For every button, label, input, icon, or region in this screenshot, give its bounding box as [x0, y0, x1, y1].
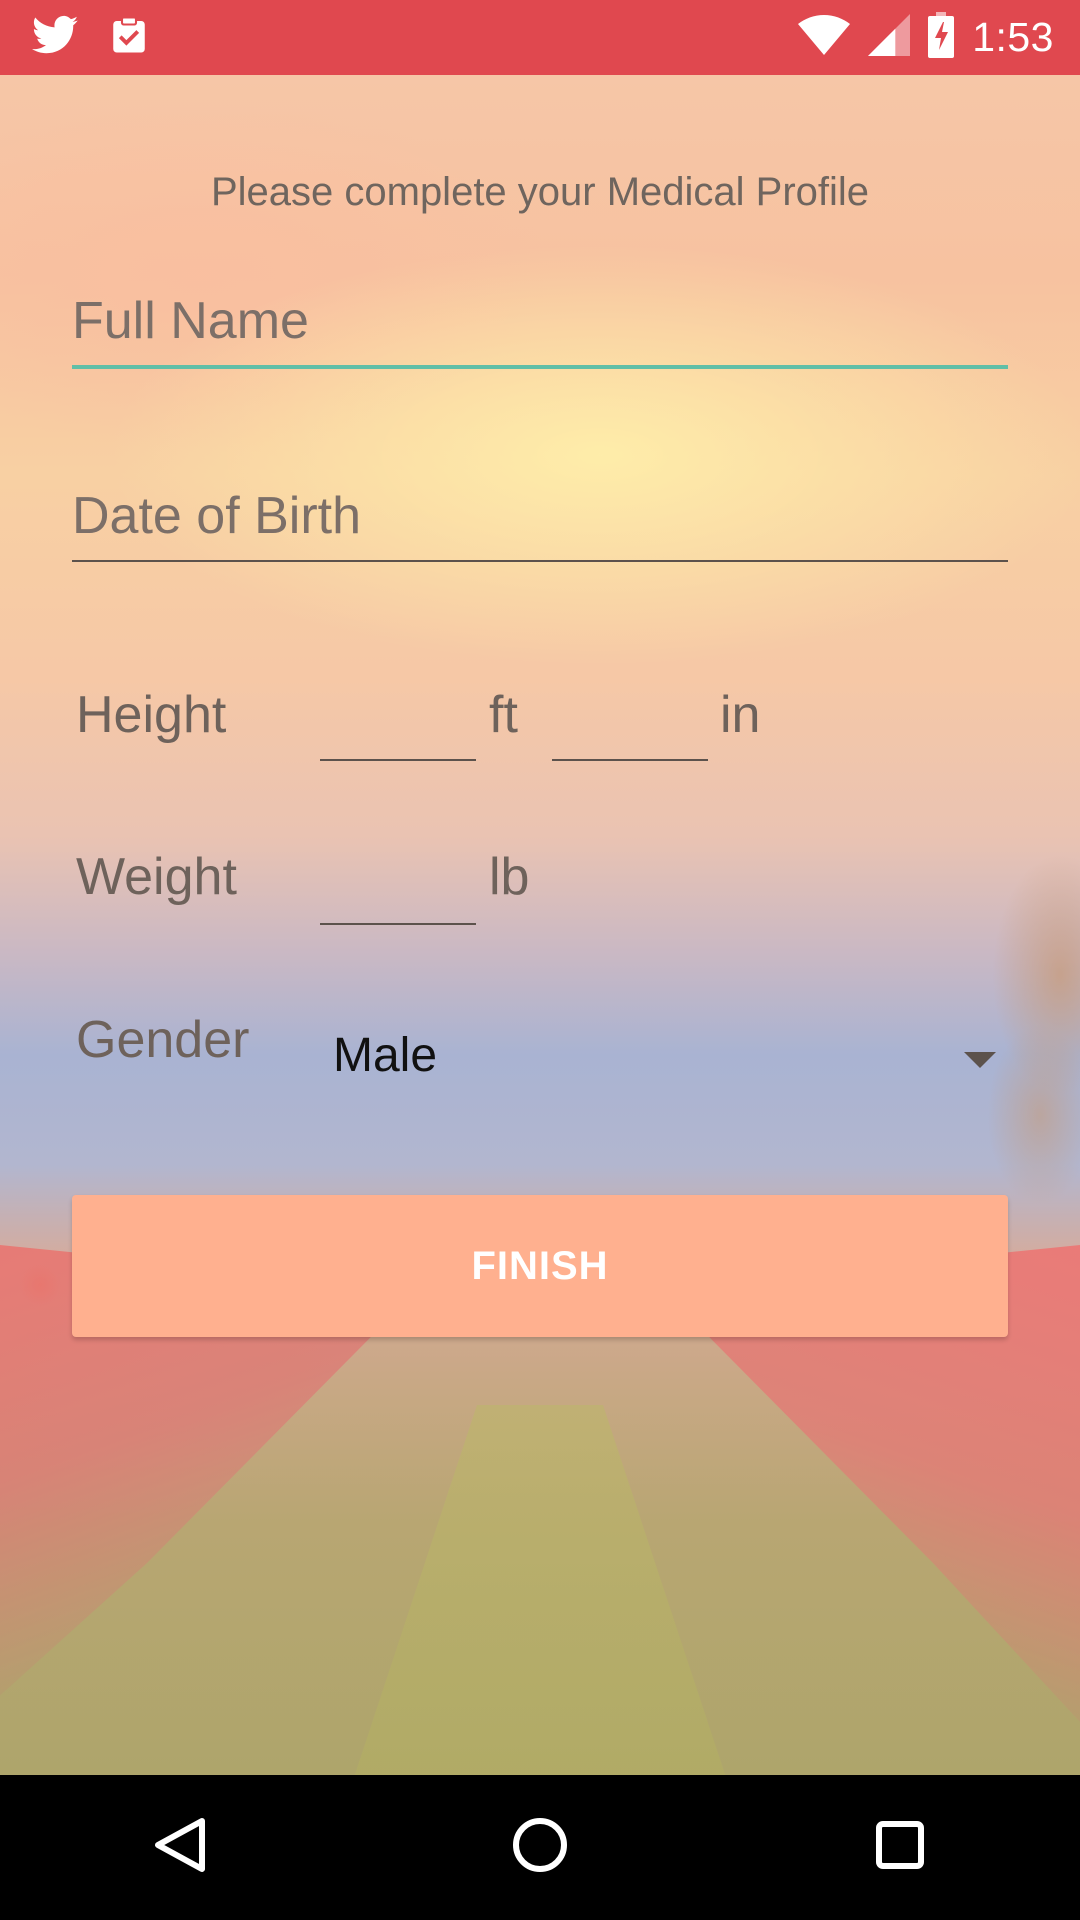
- page-title: Please complete your Medical Profile: [210, 170, 870, 214]
- gender-selected-value: Male: [333, 1029, 438, 1082]
- feet-unit-label: ft: [489, 686, 518, 744]
- height-inches-field[interactable]: [552, 695, 708, 761]
- home-icon: [512, 1817, 568, 1878]
- wifi-icon: [798, 14, 851, 61]
- date-of-birth-placeholder: Date of Birth: [72, 487, 362, 545]
- twitter-icon: [32, 15, 78, 60]
- full-name-field[interactable]: Full Name: [72, 285, 1008, 369]
- height-feet-field[interactable]: [320, 695, 476, 761]
- pounds-unit-label: lb: [489, 848, 530, 906]
- height-label: Height: [76, 686, 227, 744]
- gender-dropdown[interactable]: Male: [320, 1010, 1010, 1100]
- recents-icon: [875, 1820, 925, 1875]
- recents-button[interactable]: [855, 1803, 945, 1893]
- battery-charging-icon: [928, 12, 955, 63]
- date-of-birth-field[interactable]: Date of Birth: [72, 480, 1008, 562]
- full-name-placeholder: Full Name: [72, 292, 309, 350]
- chevron-down-icon: [964, 1052, 996, 1068]
- clock: 1:53: [972, 14, 1054, 60]
- inches-unit-label: in: [720, 686, 761, 744]
- home-button[interactable]: [495, 1803, 585, 1893]
- back-button[interactable]: [135, 1803, 225, 1893]
- status-bar: 1:53: [0, 0, 1080, 75]
- weight-field[interactable]: [320, 859, 476, 925]
- gender-label: Gender: [76, 1011, 250, 1069]
- weight-label: Weight: [76, 848, 237, 906]
- back-icon: [152, 1815, 208, 1880]
- medical-profile-screen: 1:53 Please complete your Medical Profil…: [0, 0, 1080, 1920]
- finish-button[interactable]: FINISH: [72, 1195, 1008, 1337]
- clipboard-check-icon: [108, 14, 150, 61]
- navigation-bar: [0, 1775, 1080, 1920]
- cell-signal-icon: [868, 14, 911, 61]
